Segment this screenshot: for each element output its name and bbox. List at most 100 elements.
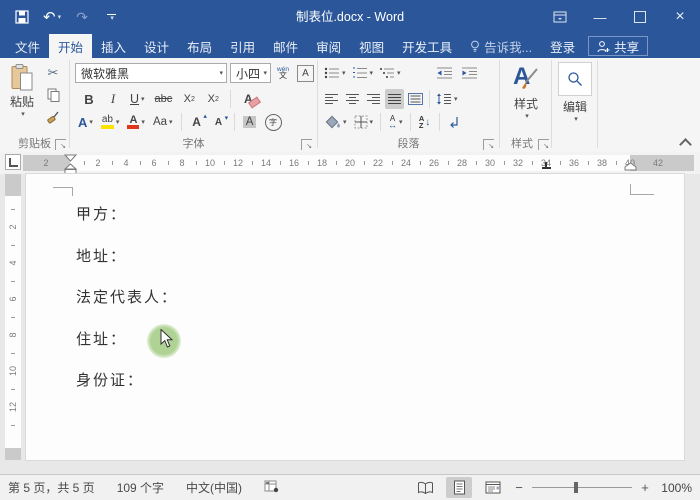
- styles-icon: A: [513, 63, 539, 93]
- window-controls: — ×: [540, 0, 700, 34]
- show-hide-marks-button[interactable]: [445, 112, 463, 132]
- maximize-icon: [634, 11, 646, 23]
- italic-button[interactable]: I: [104, 89, 122, 109]
- clipboard-dialog-launcher[interactable]: ↘: [55, 139, 66, 150]
- ruler-tick: [11, 209, 15, 210]
- enclose-characters-button[interactable]: 字: [263, 112, 284, 132]
- first-line-indent-marker[interactable]: [64, 154, 77, 162]
- align-left-button[interactable]: [322, 89, 341, 109]
- page-indicator[interactable]: 第 5 页，共 5 页: [8, 479, 95, 496]
- font-size-combo[interactable]: 小四 ▾: [230, 63, 271, 83]
- align-right-button[interactable]: [364, 89, 383, 109]
- tab-layout[interactable]: 布局: [178, 34, 221, 58]
- align-center-button[interactable]: [343, 89, 362, 109]
- tab-stop-marker[interactable]: [542, 162, 551, 169]
- collapse-ribbon-button[interactable]: [681, 137, 690, 146]
- tab-view[interactable]: 视图: [350, 34, 393, 58]
- tab-references[interactable]: 引用: [221, 34, 264, 58]
- tab-review[interactable]: 审阅: [307, 34, 350, 58]
- strikethrough-button[interactable]: abc: [153, 89, 175, 109]
- chevron-down-icon: ▾: [219, 69, 223, 77]
- ruler-tick: [11, 245, 15, 246]
- paragraph-dialog-launcher[interactable]: ↘: [483, 139, 494, 150]
- tab-home[interactable]: 开始: [49, 34, 92, 58]
- zoom-slider-handle[interactable]: [574, 482, 578, 493]
- character-shading-button[interactable]: A: [241, 112, 259, 132]
- font-color-button[interactable]: A ▾: [125, 112, 147, 132]
- tab-design[interactable]: 设计: [135, 34, 178, 58]
- phonetic-guide-button[interactable]: wén 文: [274, 63, 292, 83]
- font-dialog-launcher[interactable]: ↘: [301, 139, 312, 150]
- editing-button[interactable]: 编辑 ▾: [558, 59, 592, 123]
- ruler-tick: [504, 161, 505, 165]
- minimize-button[interactable]: —: [580, 0, 620, 34]
- paste-button[interactable]: 粘贴 ▾: [3, 62, 41, 118]
- character-shading-icon: A: [243, 116, 257, 128]
- web-layout-button[interactable]: [480, 477, 506, 498]
- font-name-combo[interactable]: 微软雅黑 ▾: [75, 63, 227, 83]
- zoom-in-button[interactable]: +: [640, 480, 650, 495]
- character-border-button[interactable]: A: [295, 63, 316, 83]
- sort-button[interactable]: AZ ↓: [416, 112, 434, 132]
- grow-font-button[interactable]: A ▴: [188, 112, 206, 132]
- share-button[interactable]: 共享: [588, 36, 648, 56]
- close-button[interactable]: ×: [660, 0, 700, 34]
- tab-file[interactable]: 文件: [6, 34, 49, 58]
- superscript-button[interactable]: X2: [204, 89, 222, 109]
- language-indicator[interactable]: 中文(中国): [186, 479, 242, 496]
- chevron-down-icon: ▾: [370, 118, 374, 126]
- ruler-number: 8: [5, 327, 21, 343]
- increase-indent-button[interactable]: [459, 63, 480, 83]
- asian-layout-button[interactable]: A ↔ ▾: [386, 112, 405, 132]
- macro-record-button[interactable]: [264, 479, 279, 496]
- read-mode-button[interactable]: [412, 477, 438, 498]
- shading-button[interactable]: ▾: [323, 112, 349, 132]
- chevron-down-icon: ▾: [169, 118, 173, 126]
- borders-icon: [354, 115, 368, 129]
- print-layout-button[interactable]: [446, 477, 472, 498]
- bullets-button[interactable]: ▾: [322, 63, 348, 83]
- clear-formatting-button[interactable]: A: [239, 89, 257, 109]
- line-spacing-button[interactable]: ▾: [434, 89, 460, 109]
- ruler-tick: [168, 161, 169, 165]
- ruler-tick: [532, 161, 533, 165]
- styles-button[interactable]: A 样式 ▾: [507, 60, 545, 120]
- zoom-slider[interactable]: [532, 477, 632, 498]
- numbering-button[interactable]: ▾: [350, 63, 376, 83]
- ruler-number: 8: [174, 155, 190, 171]
- tab-mailings[interactable]: 邮件: [264, 34, 307, 58]
- text-effects-button[interactable]: A ▾: [76, 112, 95, 132]
- copy-button[interactable]: [44, 85, 62, 105]
- tab-insert[interactable]: 插入: [92, 34, 135, 58]
- maximize-button[interactable]: [620, 0, 660, 34]
- ribbon: 粘贴 ▾ ✂ 剪贴板 ↘: [0, 58, 700, 153]
- multilevel-list-icon: [379, 67, 395, 79]
- styles-dialog-launcher[interactable]: ↘: [538, 139, 549, 150]
- subscript-button[interactable]: X2: [180, 89, 198, 109]
- document-text-line: 身份证：: [76, 371, 144, 391]
- borders-button[interactable]: ▾: [352, 112, 376, 132]
- multilevel-list-button[interactable]: ▾: [377, 63, 403, 83]
- underline-button[interactable]: U ▾: [128, 89, 147, 109]
- decrease-indent-button[interactable]: [434, 63, 455, 83]
- word-count[interactable]: 109 个字: [117, 479, 164, 496]
- minimize-icon: —: [594, 10, 607, 25]
- document-page[interactable]: 甲方： 地址： 法定代表人： 住址： 身份证：: [26, 174, 684, 460]
- shrink-font-button[interactable]: A ▾: [210, 112, 228, 132]
- zoom-level[interactable]: 100%: [658, 481, 692, 495]
- tab-developer[interactable]: 开发工具: [393, 34, 461, 58]
- format-painter-button[interactable]: [44, 107, 62, 127]
- tell-me-box[interactable]: 告诉我...: [461, 34, 541, 58]
- cut-button[interactable]: ✂: [44, 63, 62, 83]
- text-highlight-button[interactable]: ab ▾: [99, 112, 122, 132]
- zoom-out-button[interactable]: −: [514, 480, 524, 495]
- right-indent-marker[interactable]: [624, 162, 637, 171]
- bold-button[interactable]: B: [80, 89, 98, 109]
- scissors-icon: ✂: [48, 65, 59, 81]
- justify-button[interactable]: [385, 89, 404, 109]
- distribute-text-button[interactable]: [406, 89, 425, 109]
- ribbon-display-options-button[interactable]: [540, 0, 580, 34]
- change-case-button[interactable]: Aa ▾: [151, 112, 175, 132]
- ruler-tick: [420, 161, 421, 165]
- sign-in-button[interactable]: 登录: [541, 34, 584, 58]
